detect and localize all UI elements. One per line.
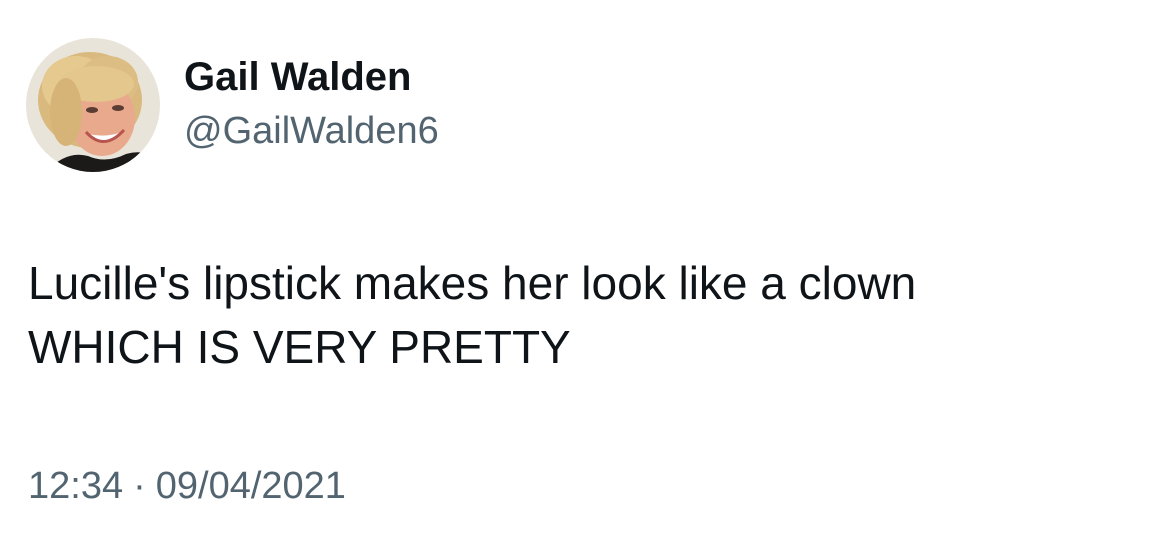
tweet-time: 12:34 bbox=[28, 465, 124, 507]
profile-photo-icon bbox=[26, 38, 160, 172]
tweet-date: 09/04/2021 bbox=[155, 465, 346, 507]
meta-separator: · bbox=[133, 465, 146, 507]
tweet-text-line: Lucille's lipstick makes her look like a… bbox=[28, 257, 917, 309]
tweet-text: Lucille's lipstick makes her look like a… bbox=[28, 251, 1138, 379]
tweet-timestamp[interactable]: 12:34 · 09/04/2021 bbox=[28, 464, 346, 508]
tweet-card: Gail Walden @GailWalden6 Lucille's lipst… bbox=[0, 0, 1170, 533]
display-name[interactable]: Gail Walden bbox=[184, 55, 411, 99]
user-handle[interactable]: @GailWalden6 bbox=[184, 109, 439, 153]
tweet-text-line: WHICH IS VERY PRETTY bbox=[28, 321, 571, 373]
avatar[interactable] bbox=[26, 38, 160, 172]
